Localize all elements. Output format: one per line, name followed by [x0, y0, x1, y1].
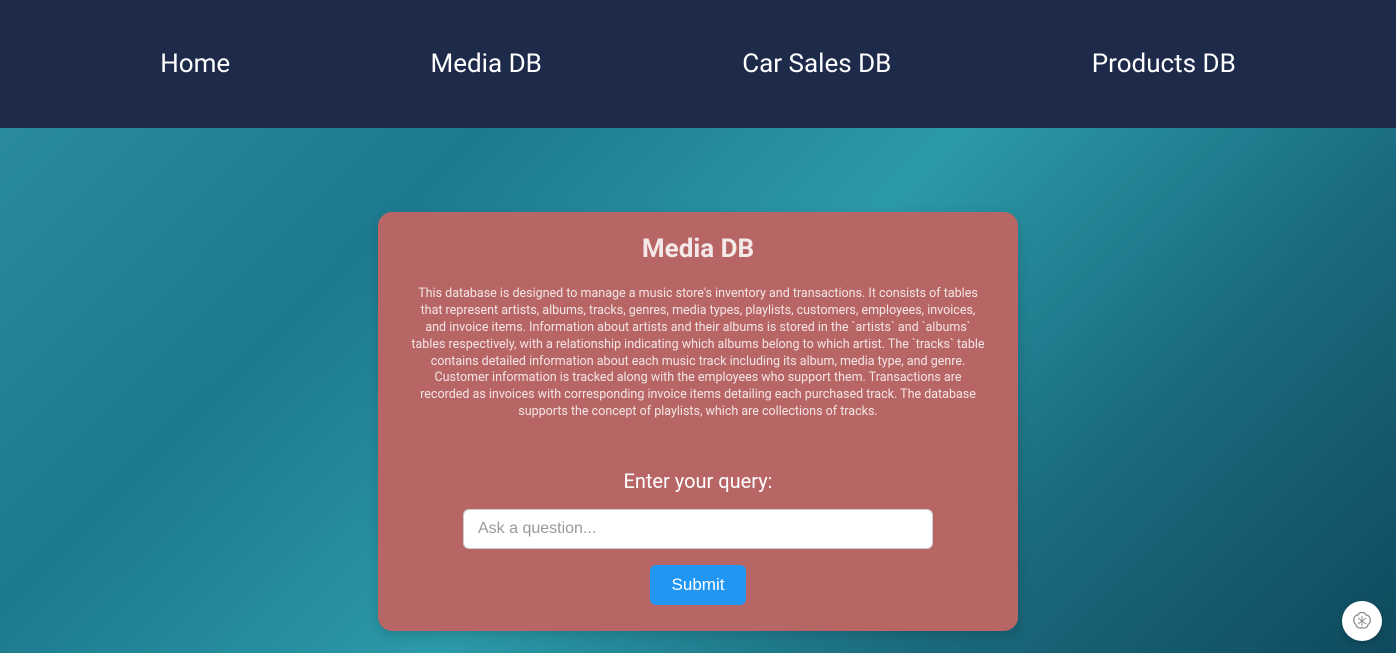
navbar: Home Media DB Car Sales DB Products DB	[0, 0, 1396, 128]
openai-icon[interactable]	[1342, 601, 1382, 641]
submit-button[interactable]: Submit	[650, 565, 747, 605]
nav-item-media-db[interactable]: Media DB	[431, 49, 542, 79]
card-title: Media DB	[408, 234, 988, 264]
query-label: Enter your query:	[408, 469, 988, 493]
query-card: Media DB This database is designed to ma…	[378, 212, 1018, 631]
card-description: This database is designed to manage a mu…	[408, 286, 988, 421]
main-area: Media DB This database is designed to ma…	[0, 128, 1396, 653]
nav-item-car-sales-db[interactable]: Car Sales DB	[742, 49, 891, 79]
nav-item-home[interactable]: Home	[160, 49, 230, 79]
nav-item-products-db[interactable]: Products DB	[1092, 49, 1236, 79]
query-input[interactable]	[463, 509, 933, 549]
